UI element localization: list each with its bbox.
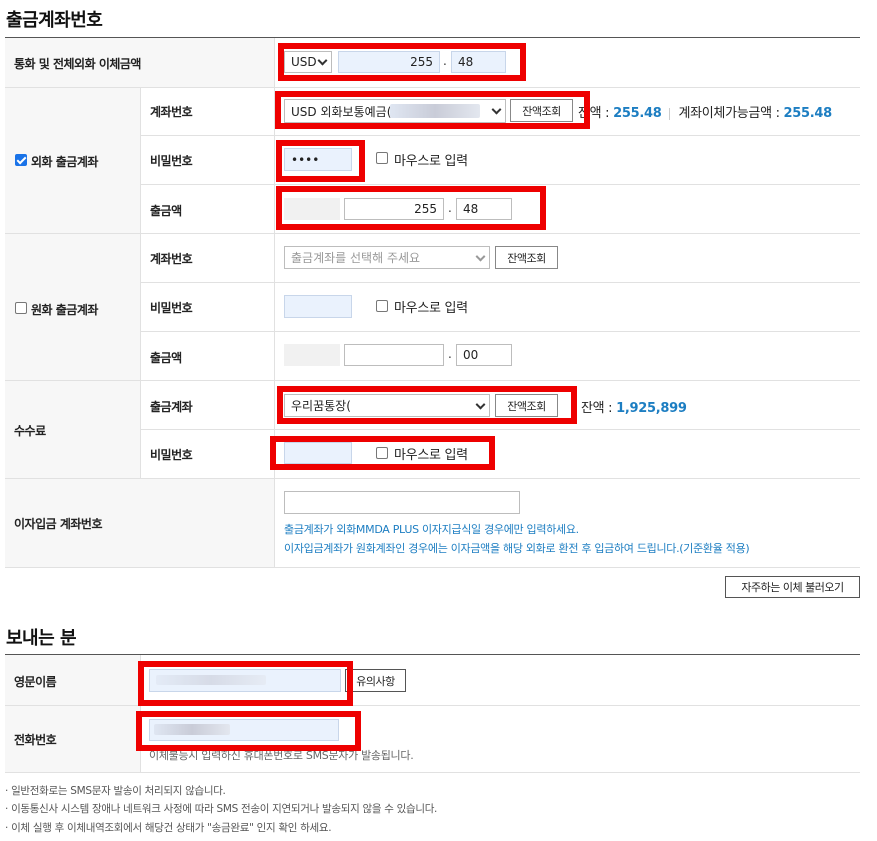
total-amount-dec-value: 48 xyxy=(458,55,474,69)
row-divider xyxy=(5,380,860,381)
english-name-label: 영문이름 xyxy=(14,675,57,689)
currency-select[interactable]: USD xyxy=(284,51,332,73)
krw-balance-button[interactable]: 잔액조회 xyxy=(495,246,558,269)
krw-account-checkbox[interactable] xyxy=(15,302,27,314)
krw-mouse-input-label: 마우스로 입력 xyxy=(394,301,468,316)
notice-line-2: · 이동통신사 시스템 장애나 네트워크 사정에 따라 SMS 전송이 지연되거… xyxy=(5,803,438,815)
chevron-down-icon xyxy=(475,399,486,410)
fee-password-input[interactable] xyxy=(284,442,352,464)
chevron-down-icon xyxy=(491,104,502,115)
foreign-transferable-value: 255.48 xyxy=(783,106,832,121)
interest-note-2: 이자입금계좌가 원화계좌인 경우에는 이자금액을 해당 외화로 환전 후 입금하… xyxy=(284,542,750,555)
chevron-down-icon xyxy=(475,251,486,262)
phone-label: 전화번호 xyxy=(14,733,57,747)
row-divider xyxy=(140,282,860,283)
krw-amount-currency-box xyxy=(284,344,340,366)
total-amount-dec-input[interactable]: 48 xyxy=(451,51,506,73)
foreign-amount-dec-input[interactable]: 48 xyxy=(456,198,512,220)
row-divider xyxy=(140,135,860,136)
fee-balance-button[interactable]: 잔액조회 xyxy=(495,394,558,417)
krw-account-number-label: 계좌번호 xyxy=(150,252,193,266)
foreign-amount-dec-value: 48 xyxy=(463,202,479,216)
krw-amount-label: 출금액 xyxy=(150,351,182,365)
sender-section-title: 보내는 분 xyxy=(6,628,77,649)
foreign-mouse-input-label: 마우스로 입력 xyxy=(394,154,468,169)
foreign-balance-button[interactable]: 잔액조회 xyxy=(510,99,573,122)
foreign-amount-label: 출금액 xyxy=(150,204,182,218)
row-divider xyxy=(5,705,860,706)
row-divider xyxy=(5,772,860,773)
row-divider xyxy=(140,331,860,332)
foreign-balance-value: 255.48 xyxy=(613,106,662,121)
foreign-amount-int-input[interactable]: 255 xyxy=(344,198,444,220)
masked-phone-number xyxy=(154,724,230,735)
row-divider xyxy=(5,478,860,479)
fee-account-value: 우리꿈통장( xyxy=(291,399,351,413)
table-top-border xyxy=(5,37,860,38)
caution-button[interactable]: 유의사항 xyxy=(345,669,406,692)
krw-amount-dec-value: 00 xyxy=(463,348,479,362)
foreign-balance-label: 잔액 : xyxy=(578,106,614,121)
masked-english-name xyxy=(156,675,266,685)
decimal-dot: . xyxy=(448,347,452,361)
krw-password-input[interactable] xyxy=(284,295,352,318)
fee-password-label: 비밀번호 xyxy=(150,448,193,462)
masked-account-number xyxy=(390,104,480,118)
fee-mouse-input-checkbox[interactable] xyxy=(376,447,388,459)
col-divider xyxy=(140,655,141,772)
row-divider xyxy=(5,87,860,88)
fee-account-label: 출금계좌 xyxy=(150,400,193,414)
phone-note: 이체불능시 입력하신 휴대폰번호로 SMS문자가 발송됩니다. xyxy=(149,749,414,762)
total-amount-int-input[interactable]: 255 xyxy=(338,51,440,73)
krw-mouse-input-checkbox[interactable] xyxy=(376,300,388,312)
fee-label: 수수료 xyxy=(14,424,46,438)
fee-balance-info: 잔액 : 1,925,899 xyxy=(581,397,687,416)
row-divider xyxy=(5,233,860,234)
col-divider xyxy=(140,87,141,479)
interest-account-input[interactable] xyxy=(284,491,520,514)
foreign-mouse-input-checkbox[interactable] xyxy=(376,152,388,164)
interest-account-label: 이자입금 계좌번호 xyxy=(14,517,103,531)
foreign-account-value: USD 외화보통예금( xyxy=(291,104,392,119)
currency-amount-label: 통화 및 전체외화 이체금액 xyxy=(14,57,141,71)
notice-line-1: · 일반전화로는 SMS문자 발송이 처리되지 않습니다. xyxy=(5,785,226,797)
total-amount-int-value: 255 xyxy=(410,55,433,69)
info-separator xyxy=(669,107,671,120)
foreign-account-checkbox[interactable] xyxy=(15,154,27,166)
foreign-password-value: •••• xyxy=(291,152,320,167)
foreign-transferable-label: 계좌이체가능금액 : xyxy=(678,106,784,121)
foreign-account-number-label: 계좌번호 xyxy=(150,105,193,119)
krw-account-label: 원화 출금계좌 xyxy=(31,303,98,317)
fee-balance-value: 1,925,899 xyxy=(616,401,687,416)
col-divider xyxy=(274,38,275,567)
foreign-account-label: 외화 출금계좌 xyxy=(31,155,98,169)
row-divider xyxy=(140,429,860,430)
fee-account-select[interactable]: 우리꿈통장( xyxy=(284,394,490,417)
foreign-password-input[interactable]: •••• xyxy=(284,148,352,171)
foreign-balance-info: 잔액 : 255.48 계좌이체가능금액 : 255.48 xyxy=(578,102,832,121)
decimal-dot: . xyxy=(448,201,452,215)
chevron-down-icon xyxy=(317,55,328,66)
fee-balance-label: 잔액 : xyxy=(581,401,617,416)
favorites-button[interactable]: 자주하는 이체 불러오기 xyxy=(725,576,860,598)
krw-account-select[interactable]: 출금계좌를 선택해 주세요 xyxy=(284,246,490,269)
foreign-amount-currency-box xyxy=(284,198,340,220)
krw-amount-int-input[interactable] xyxy=(344,344,444,366)
notice-line-3: · 이체 실행 후 이체내역조회에서 해당건 상태가 "송금완료" 인지 확인 … xyxy=(5,822,332,834)
foreign-password-label: 비밀번호 xyxy=(150,154,193,168)
currency-select-value: USD xyxy=(291,55,317,69)
krw-password-label: 비밀번호 xyxy=(150,301,193,315)
fee-mouse-input-label: 마우스로 입력 xyxy=(394,448,468,463)
foreign-amount-int-value: 255 xyxy=(414,202,437,216)
krw-amount-dec-input[interactable]: 00 xyxy=(456,344,512,366)
withdraw-section-title: 출금계좌번호 xyxy=(6,10,103,31)
interest-note-1: 출금계좌가 외화MMDA PLUS 이자지급식일 경우에만 입력하세요. xyxy=(284,523,579,536)
row-divider xyxy=(5,567,860,568)
row-divider xyxy=(140,184,860,185)
krw-account-placeholder: 출금계좌를 선택해 주세요 xyxy=(291,251,421,265)
decimal-dot: . xyxy=(443,54,447,68)
